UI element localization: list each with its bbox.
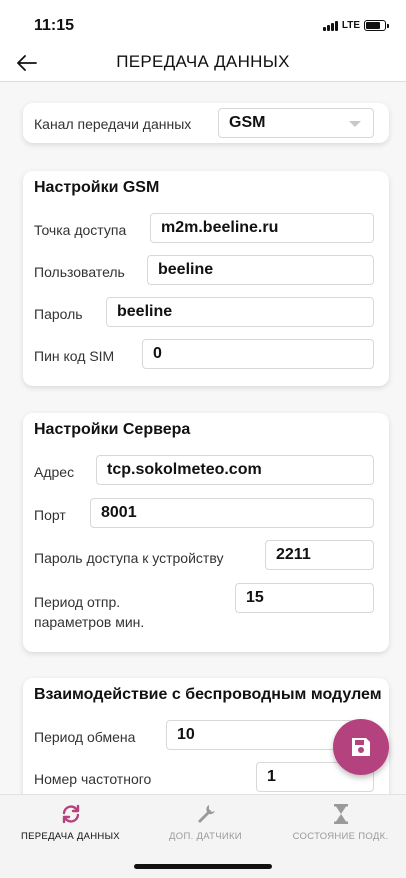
server-settings-title: Настройки Сервера	[34, 421, 191, 438]
tab-extra-sensors[interactable]: ДОП. ДАТЧИКИ	[138, 795, 273, 853]
tab-connection-status-label: СОСТОЯНИЕ ПОДК.	[292, 831, 389, 842]
password-label: Пароль	[34, 306, 83, 322]
period-label-line2: параметров мин.	[34, 614, 145, 630]
tab-data-transfer-label: ПЕРЕДАЧА ДАННЫХ	[21, 831, 120, 842]
signal-icon	[322, 20, 338, 31]
apn-label: Точка доступа	[34, 222, 127, 238]
password-input[interactable]: beeline	[106, 297, 374, 327]
page-title: ПЕРЕДАЧА ДАННЫХ	[116, 52, 290, 71]
port-label: Порт	[34, 507, 66, 523]
battery-icon	[364, 20, 389, 31]
pin-label: Пин код SIM	[34, 348, 115, 364]
exchange-period-label: Период обмена	[34, 729, 136, 745]
device-password-label: Пароль доступа к устройству	[34, 550, 224, 566]
gsm-settings-title: Настройки GSM	[34, 179, 160, 196]
channel-label: Канал передачи данных	[34, 116, 192, 132]
dropdown-caret-icon	[349, 121, 361, 127]
port-input[interactable]: 8001	[90, 498, 374, 528]
tab-extra-sensors-label: ДОП. ДАТЧИКИ	[169, 831, 242, 842]
network-type: LTE	[341, 20, 360, 31]
address-input[interactable]: tcp.sokolmeteo.com	[96, 455, 374, 485]
status-time: 11:15	[34, 17, 75, 34]
wireless-module-title: Взаимодействие с беспроводным модулем	[34, 686, 382, 703]
channel-select[interactable]: GSM	[218, 108, 374, 138]
tab-connection-status[interactable]: СОСТОЯНИЕ ПОДК.	[273, 795, 406, 853]
sync-icon	[62, 804, 79, 824]
wrench-icon	[197, 805, 215, 823]
channel-card: Канал передачи данных GSM	[23, 103, 389, 143]
device-password-input[interactable]: 2211	[265, 540, 374, 570]
address-label: Адрес	[34, 464, 75, 480]
server-settings-card: Настройки Сервера Адрес tcp.sokolmeteo.c…	[23, 413, 389, 652]
save-button[interactable]	[333, 719, 389, 775]
channel-value: GSM	[229, 114, 266, 131]
period-label-line1: Период отпр.	[34, 594, 121, 610]
user-label: Пользователь	[34, 264, 125, 280]
home-indicator	[134, 864, 272, 869]
status-bar: 11:15 LTE	[0, 0, 406, 44]
apn-input[interactable]: m2m.beeline.ru	[150, 213, 374, 243]
frequency-label: Номер частотного	[34, 771, 152, 787]
user-input[interactable]: beeline	[147, 255, 374, 285]
gsm-settings-card: Настройки GSM Точка доступа m2m.beeline.…	[23, 171, 389, 386]
tab-data-transfer[interactable]: ПЕРЕДАЧА ДАННЫХ	[3, 795, 138, 853]
status-indicators: LTE	[322, 20, 389, 31]
period-input[interactable]: 15	[235, 583, 374, 613]
hourglass-icon	[333, 804, 348, 824]
pin-input[interactable]: 0	[142, 339, 374, 369]
save-icon	[352, 738, 370, 756]
settings-content[interactable]: Канал передачи данных GSM Настройки GSM …	[0, 82, 406, 794]
header: ПЕРЕДАЧА ДАННЫХ	[0, 44, 406, 82]
